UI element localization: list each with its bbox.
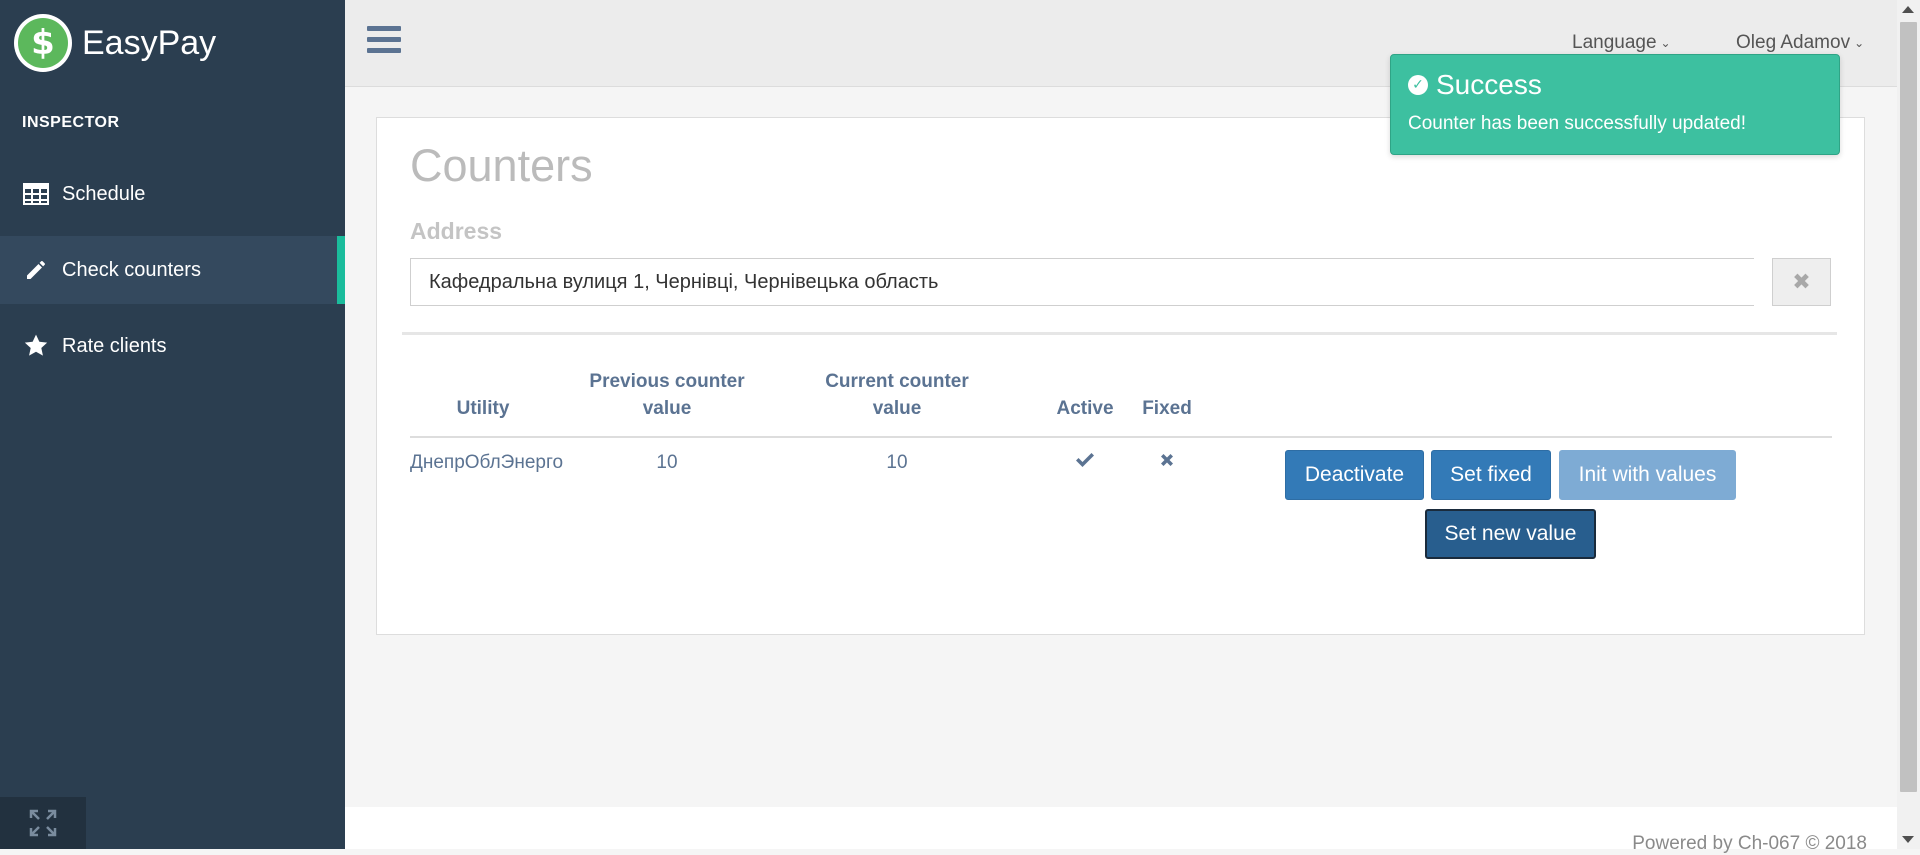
expand-icon[interactable] [0,797,86,849]
cell-current-value: 10 [886,452,908,473]
user-name: Oleg Adamov [1736,32,1851,53]
sidebar-item-check-counters[interactable]: Check counters [0,236,345,304]
sidebar-section-title: INSPECTOR [22,114,120,131]
deactivate-button[interactable]: Deactivate [1285,450,1424,500]
column-header-active: Active [1056,398,1114,419]
language-dropdown[interactable]: Language ⌄ [1572,32,1671,54]
chevron-down-icon: ⌄ [1854,36,1865,50]
vertical-scrollbar[interactable] [1897,0,1920,849]
footer: Powered by Ch-067 © 2018 [345,807,1897,854]
scrollbar-thumb[interactable] [1900,22,1917,792]
chevron-down-icon: ⌄ [1660,36,1671,50]
user-menu-dropdown[interactable]: Oleg Adamov ⌄ [1736,32,1864,54]
toast-message: Counter has been successfully updated! [1408,113,1746,134]
dollar-icon: $ [14,14,72,72]
table-header-rule [410,436,1832,438]
check-icon [1047,452,1123,474]
sidebar-item-label: Check counters [62,258,201,281]
table-icon [22,181,50,207]
column-header-current: Current counter value [822,368,972,422]
set-new-value-button[interactable]: Set new value [1425,509,1596,559]
star-icon [22,333,50,359]
check-circle-icon: ✓ [1408,75,1428,95]
scroll-down-arrow-icon[interactable] [1902,836,1914,843]
sidebar: $ EasyPay INSPECTOR Schedule Check count… [0,0,345,849]
set-fixed-button[interactable]: Set fixed [1431,450,1551,500]
brand-name: EasyPay [82,23,217,62]
sidebar-item-rate-clients[interactable]: Rate clients [0,312,345,380]
counters-panel: Counters Address ✖ Utility Previous coun… [376,117,1865,635]
brand[interactable]: $ EasyPay [0,0,345,86]
cell-previous-value: 10 [656,452,678,473]
address-label: Address [410,218,503,244]
column-header-current-line2: value [872,398,922,419]
cell-utility: ДнепрОблЭнерго [410,452,564,473]
column-header-current-line1: Current counter [825,371,969,392]
sidebar-item-schedule[interactable]: Schedule [0,160,345,228]
sidebar-item-label: Schedule [62,182,146,205]
pencil-icon [22,257,50,283]
column-header-fixed: Fixed [1142,398,1192,419]
hamburger-icon[interactable] [367,26,401,56]
column-header-previous-line1: Previous counter [589,371,745,392]
scroll-up-arrow-icon[interactable] [1902,6,1914,13]
footer-text: Powered by Ch-067 © 2018 [1632,833,1867,854]
toast-title-text: Success [1436,69,1542,100]
column-header-previous-line2: value [642,398,692,419]
cross-icon [1131,452,1203,474]
address-input[interactable] [410,258,1754,306]
close-icon: ✖ [1792,269,1811,295]
sidebar-item-label: Rate clients [62,334,167,357]
success-toast[interactable]: ✓ Success Counter has been successfully … [1390,54,1840,155]
page-title: Counters [410,140,593,191]
init-with-values-button[interactable]: Init with values [1559,450,1736,500]
divider [402,332,1837,335]
clear-address-button[interactable]: ✖ [1772,258,1831,306]
language-label: Language [1572,32,1657,53]
toast-title: ✓ Success [1408,69,1542,101]
column-header-utility: Utility [456,398,510,419]
column-header-previous: Previous counter value [587,368,747,422]
